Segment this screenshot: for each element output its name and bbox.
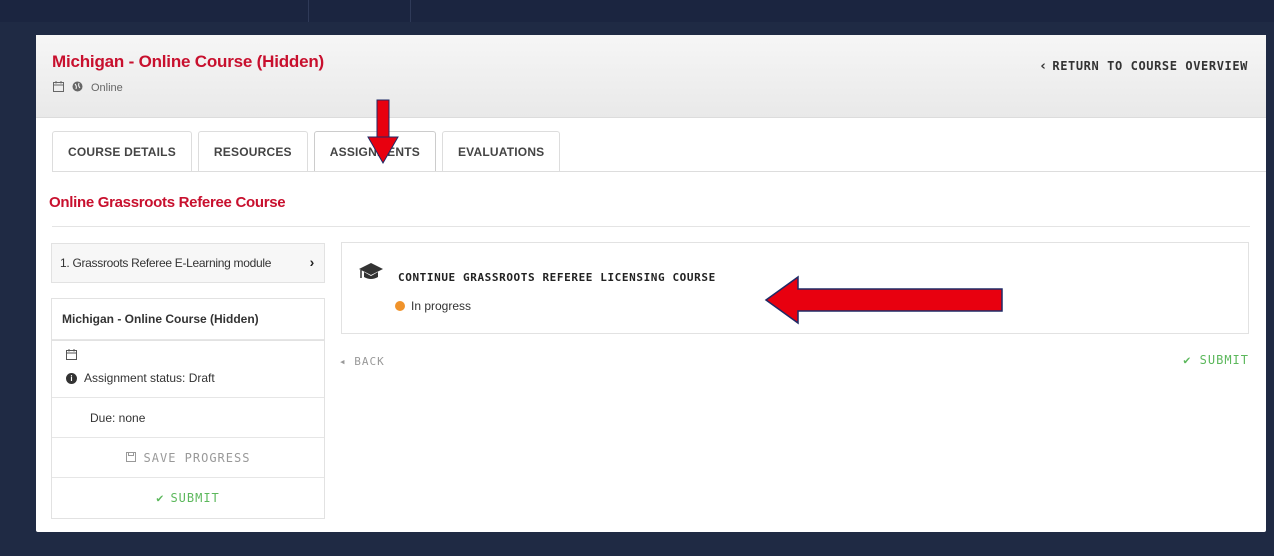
calendar-icon — [53, 81, 64, 95]
assignment-course-name: Michigan - Online Course (Hidden) — [52, 299, 324, 340]
progress-status: In progress — [395, 299, 471, 313]
top-navigation-bar — [0, 0, 1274, 22]
continue-course-link[interactable]: CONTINUE GRASSROOTS REFEREE LICENSING CO… — [398, 271, 716, 284]
annotation-arrow-down — [367, 99, 399, 165]
save-icon — [125, 451, 136, 465]
section-title: Online Grassroots Referee Course — [49, 194, 286, 211]
check-icon: ✔ — [156, 491, 165, 505]
course-tabs: COURSE DETAILS RESOURCES ASSIGNMENTS EVA… — [52, 131, 566, 172]
course-card: Michigan - Online Course (Hidden) Online… — [36, 35, 1266, 532]
graduation-cap-icon — [358, 262, 384, 287]
check-icon: ✔ — [1183, 353, 1200, 367]
assignment-sidebar: 1. Grassroots Referee E-Learning module … — [51, 243, 325, 519]
status-dot-icon — [395, 301, 405, 311]
assignment-details-panel: Michigan - Online Course (Hidden) i Assi… — [51, 298, 325, 519]
due-date: Due: none — [52, 398, 324, 438]
tab-resources[interactable]: RESOURCES — [197, 131, 308, 172]
nav-divider — [308, 0, 309, 22]
tabs-divider — [52, 171, 1266, 172]
course-title: Michigan - Online Course (Hidden) — [52, 52, 325, 71]
annotation-arrow-left — [764, 275, 1003, 325]
module-item[interactable]: 1. Grassroots Referee E-Learning module … — [51, 243, 325, 283]
module-label: 1. Grassroots Referee E-Learning module — [60, 256, 272, 270]
back-button[interactable]: ◂ BACK — [339, 355, 385, 368]
assignment-status-text: Assignment status: Draft — [84, 371, 215, 385]
globe-icon — [72, 81, 83, 95]
progress-status-text: In progress — [411, 299, 472, 313]
nav-divider — [410, 0, 411, 22]
course-meta: Online — [53, 81, 123, 95]
sidebar-submit-button[interactable]: ✔ SUBMIT — [52, 478, 324, 518]
tab-course-details[interactable]: COURSE DETAILS — [52, 131, 192, 172]
assignment-status: i Assignment status: Draft — [66, 371, 215, 385]
return-to-overview-link[interactable]: ‹ RETURN TO COURSE OVERVIEW — [1040, 59, 1248, 74]
course-mode: Online — [91, 82, 123, 94]
save-progress-button[interactable]: SAVE PROGRESS — [52, 438, 324, 478]
section-divider — [52, 226, 1250, 227]
assignment-meta: i Assignment status: Draft — [52, 340, 324, 398]
tab-evaluations[interactable]: EVALUATIONS — [441, 131, 561, 172]
submit-button[interactable]: ✔ SUBMIT — [1183, 353, 1249, 367]
chevron-right-icon: › — [309, 254, 315, 270]
chevron-left-icon: ‹ — [1040, 59, 1047, 74]
course-header: Michigan - Online Course (Hidden) Online… — [36, 35, 1266, 118]
calendar-icon — [66, 349, 77, 363]
info-icon: i — [66, 372, 77, 384]
back-arrow-icon: ◂ — [339, 355, 355, 368]
